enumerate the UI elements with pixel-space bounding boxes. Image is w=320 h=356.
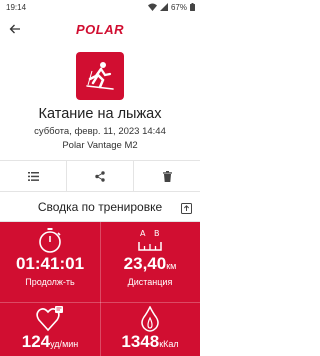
summary-title: Сводка по тренировке [37,199,163,214]
export-icon [181,203,192,214]
summary-header: Сводка по тренировке [0,192,200,222]
heart-rate-icon [0,306,100,332]
share-icon [95,170,105,182]
delete-button[interactable] [133,161,200,191]
polar-logo: POLAR [76,21,124,37]
list-icon [27,171,39,181]
svg-text:B: B [154,229,160,238]
distance-icon: A B [100,228,200,254]
training-summary-stats: 01:41:01 Продолж-ть A B 23,40км Дистанци… [0,222,200,356]
export-summary-button[interactable] [181,201,192,219]
battery-icon [190,3,195,11]
duration-value: 01:41:01 [15,254,85,273]
sport-icon-tile [76,52,124,100]
distance-value: 23,40км [123,254,177,273]
app-bar: POLAR [0,14,200,44]
stopwatch-icon [0,228,100,254]
stat-distance: A B 23,40км Дистанция [100,228,200,287]
heart-rate-value: 124уд/мин [21,332,79,351]
distance-label: Дистанция [127,277,173,287]
stats-divider-horizontal [0,302,200,303]
wifi-icon [147,3,157,11]
battery-percent: 67% [170,2,187,12]
session-title: Катание на лыжах [38,106,162,122]
stat-calories: 1348кКал [100,306,200,354]
status-icons: 67% [147,2,195,12]
list-button[interactable] [0,161,66,191]
action-bar [0,160,200,192]
svg-text:A: A [140,229,146,238]
back-button[interactable] [6,20,24,38]
duration-label: Продолж-ть [25,277,75,287]
cross-country-skiing-icon [86,62,114,90]
session-device: Polar Vantage M2 [62,140,138,151]
signal-icon [159,3,168,11]
trash-icon [162,170,172,182]
calories-icon [100,306,200,332]
stat-duration: 01:41:01 Продолж-ть [0,228,100,287]
status-bar: 19:14 67% [0,0,200,14]
session-date: суббота, февр. 11, 2023 14:44 [34,126,166,137]
calories-value: 1348кКал [121,332,179,351]
stat-heart-rate: 124уд/мин [0,306,100,354]
status-time: 19:14 [6,2,27,12]
arrow-left-icon [9,24,20,34]
share-button[interactable] [66,161,133,191]
